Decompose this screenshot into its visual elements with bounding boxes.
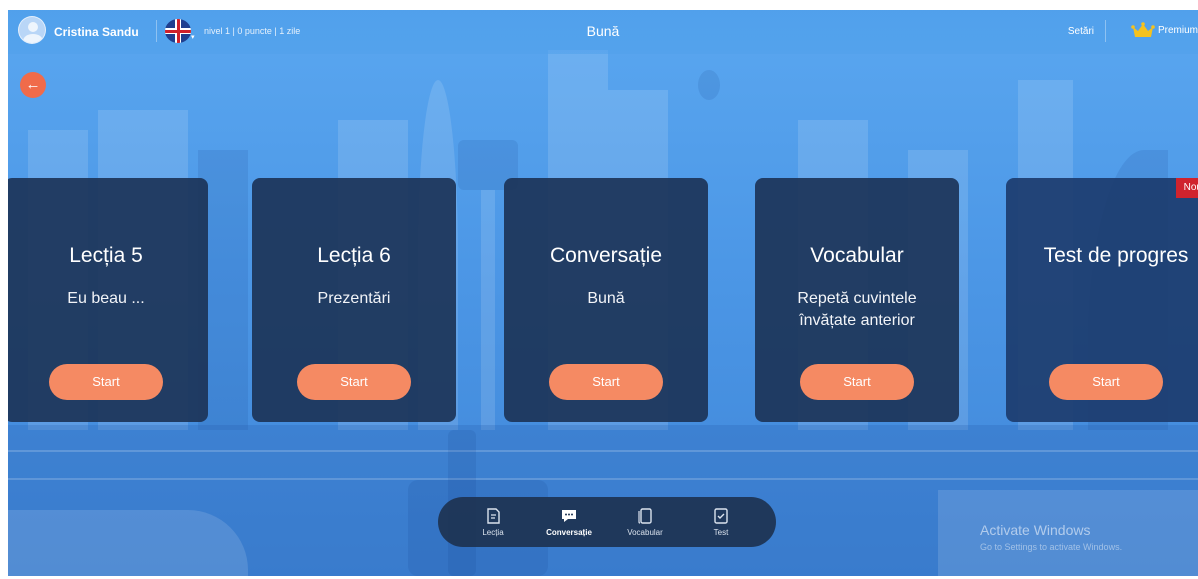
- premium-button[interactable]: Premium: [1131, 21, 1198, 39]
- card-conversation[interactable]: Conversație Bună Start: [504, 178, 708, 422]
- card-progress-test[interactable]: Nou Test de progres Start: [1006, 178, 1198, 422]
- new-badge: Nou: [1175, 178, 1198, 198]
- nav-label: Vocabular: [627, 528, 663, 537]
- card-subtitle: Eu beau ...: [67, 290, 145, 307]
- lesson-cards-carousel: Lecția 5 Eu beau ... Start Lecția 6 Prez…: [8, 178, 1198, 423]
- nav-item-lesson[interactable]: Lecția: [455, 497, 531, 547]
- card-subtitle: Repetă cuvintele învățate anterior: [797, 290, 917, 329]
- bottom-nav: Lecția Conversație Vocabular Test: [438, 497, 776, 547]
- page-title: Bună: [586, 23, 620, 39]
- top-bar: Cristina Sandu ▾ nivel 1 | 0 puncte | 1 …: [8, 10, 1198, 54]
- card-title: Lecția 6: [317, 244, 391, 267]
- premium-label: Premium: [1157, 24, 1198, 36]
- back-arrow-icon[interactable]: ←: [20, 72, 46, 98]
- card-title: Test de progres: [1043, 244, 1189, 267]
- app-window: Cristina Sandu ▾ nivel 1 | 0 puncte | 1 …: [8, 10, 1198, 576]
- nav-label: Test: [713, 528, 729, 537]
- nav-item-test[interactable]: Test: [683, 497, 759, 547]
- start-button[interactable]: Start: [1049, 364, 1163, 400]
- card-subtitle: Prezentări: [317, 290, 391, 307]
- lesson-icon: [487, 508, 500, 524]
- nav-item-vocabulary[interactable]: Vocabular: [607, 497, 683, 547]
- activate-windows-subtitle: Go to Settings to activate Windows.: [980, 542, 1123, 552]
- settings-link[interactable]: Setări: [1068, 26, 1094, 37]
- start-button[interactable]: Start: [297, 364, 411, 400]
- card-subtitle: Bună: [587, 290, 625, 307]
- nav-label: Lecția: [482, 528, 504, 537]
- card-title: Lecția 5: [69, 244, 143, 267]
- start-button[interactable]: Start: [49, 364, 163, 400]
- start-button[interactable]: Start: [549, 364, 663, 400]
- divider: [1105, 20, 1106, 42]
- crown-icon: [1131, 21, 1155, 39]
- cards-icon: [638, 508, 652, 524]
- card-lesson-5[interactable]: Lecția 5 Eu beau ... Start: [8, 178, 208, 422]
- card-title: Conversație: [549, 244, 663, 267]
- test-icon: [714, 508, 728, 524]
- card-title: Vocabular: [810, 244, 904, 267]
- activate-windows-watermark: Activate Windows: [980, 522, 1091, 538]
- card-lesson-6[interactable]: Lecția 6 Prezentări Start: [252, 178, 456, 422]
- nav-item-conversation[interactable]: Conversație: [531, 497, 607, 547]
- card-vocabulary[interactable]: Vocabular Repetă cuvintele învățate ante…: [755, 178, 959, 422]
- start-button[interactable]: Start: [800, 364, 914, 400]
- chat-icon: [562, 510, 576, 522]
- nav-label: Conversație: [546, 528, 592, 537]
